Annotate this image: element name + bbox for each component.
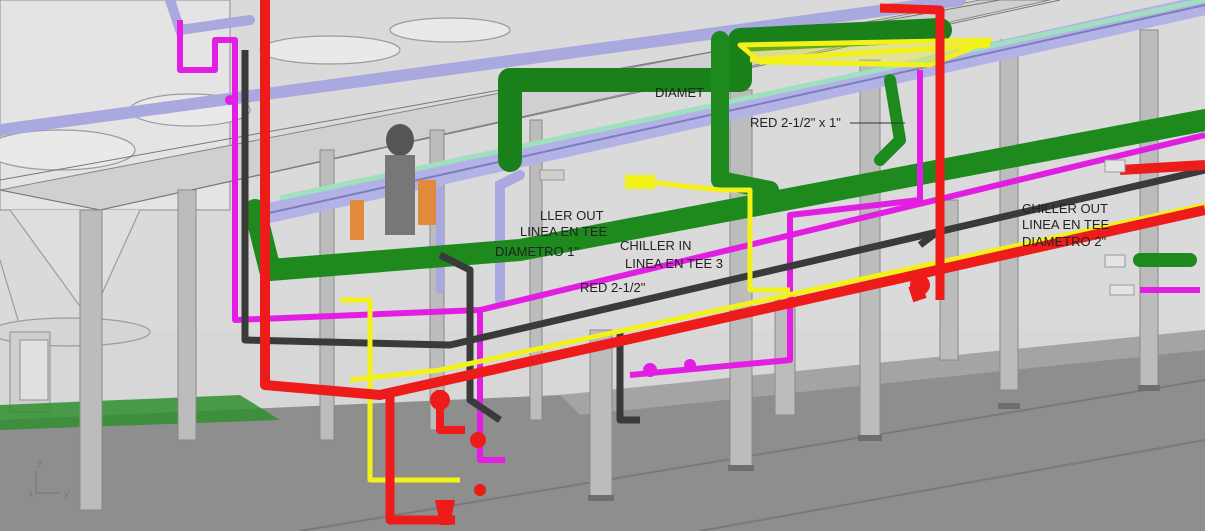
annotation-linea-en-tee: LINEA EN TEE [1022,217,1110,232]
axis-y-label: y [64,489,69,500]
axis-x-label: x [28,489,33,500]
annotation-diametro-right: DIAMETRO 2" [1022,234,1106,249]
annotation-chiller-out: CHILLER OUT [1022,201,1108,216]
annotation-chiller-in: CHILLER IN [620,238,692,253]
piping-model-scene[interactable]: DIAMET RED 2-1/2" x 1" CHILLER OUT LINEA… [0,0,1205,531]
annotation-diameter: DIAMET [655,85,704,100]
annotation-linea-en-tee3: LINEA EN TEE 3 [625,256,723,271]
annotation-reducer: RED 2-1/2" x 1" [750,115,841,130]
annotation-red: RED 2-1/2" [580,280,646,295]
annotation-chiller-out-left: LLER OUT [540,208,604,223]
annotation-diametro-left: DIAMETRO 1" [495,244,579,259]
3d-viewport[interactable]: DIAMET RED 2-1/2" x 1" CHILLER OUT LINEA… [0,0,1205,531]
axis-z-label: z [37,459,42,470]
annotation-linea-tee-left: LINEA EN TEE [520,224,608,239]
